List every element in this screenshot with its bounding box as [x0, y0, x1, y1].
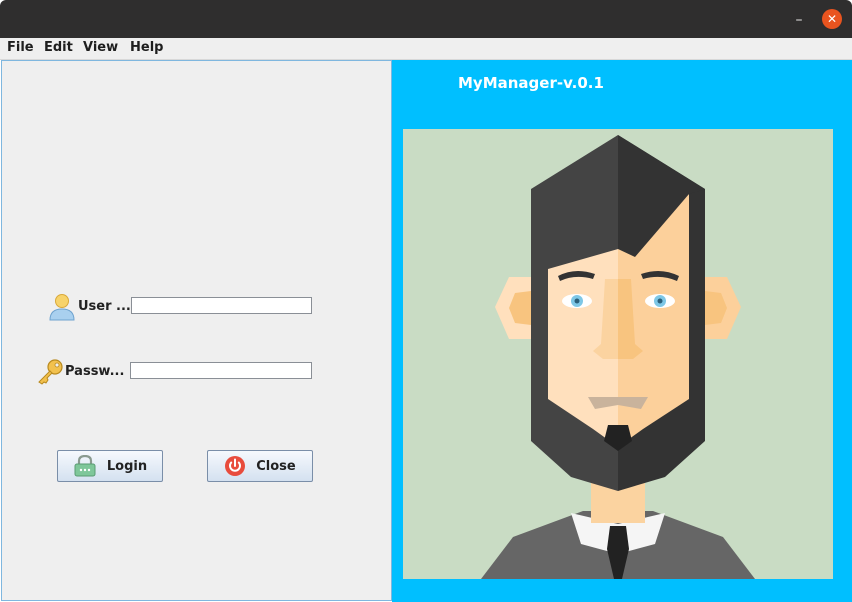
- avatar-illustration: [403, 129, 833, 579]
- key-icon: [38, 359, 63, 385]
- menu-view[interactable]: View: [83, 40, 118, 55]
- close-button[interactable]: Close: [207, 450, 313, 482]
- login-panel: User ... Passw... Login Close: [1, 60, 392, 601]
- padlock-icon: [74, 455, 96, 477]
- avatar-portrait-graphic: [481, 135, 755, 579]
- app-title: MyManager-v.0.1: [458, 74, 604, 92]
- minimize-button[interactable]: –: [789, 9, 809, 29]
- brand-panel: MyManager-v.0.1: [392, 60, 852, 602]
- login-button-label: Login: [106, 458, 148, 474]
- password-label: Passw...: [65, 364, 125, 379]
- power-icon: [225, 456, 246, 476]
- menu-edit[interactable]: Edit: [44, 40, 73, 55]
- window-titlebar: – ✕: [0, 0, 852, 38]
- menu-help[interactable]: Help: [130, 40, 163, 55]
- close-button-label: Close: [256, 458, 296, 474]
- menu-bar: File Edit View Help: [0, 38, 852, 60]
- login-button[interactable]: Login: [57, 450, 163, 482]
- username-label: User ...: [78, 299, 131, 314]
- menu-file[interactable]: File: [7, 40, 34, 55]
- username-input[interactable]: [131, 297, 312, 314]
- user-icon: [49, 294, 75, 321]
- window-close-button[interactable]: ✕: [822, 9, 842, 29]
- password-input[interactable]: [130, 362, 312, 379]
